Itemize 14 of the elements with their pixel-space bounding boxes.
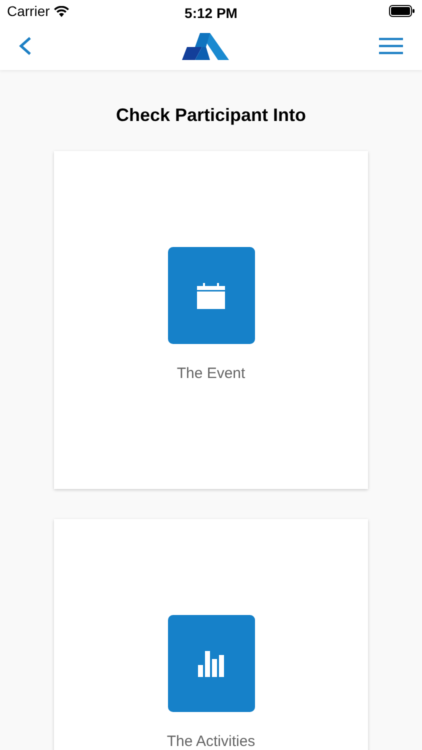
- wifi-icon: [54, 6, 69, 16]
- bar-chart-icon: [198, 650, 224, 676]
- carrier-label: Carrier: [7, 2, 50, 20]
- calendar-icon: [197, 282, 225, 308]
- option-label: The Activities: [166, 734, 256, 750]
- battery-icon: [389, 5, 415, 17]
- page-title: Check Participant Into: [114, 104, 308, 126]
- menu-icon[interactable]: [378, 37, 404, 55]
- status-time: 5:12 PM: [184, 4, 238, 23]
- option-card[interactable]: The Event: [54, 151, 368, 489]
- logo-icon: [182, 32, 228, 60]
- option-card[interactable]: The Activities: [54, 519, 368, 750]
- back-icon[interactable]: [18, 36, 32, 56]
- option-label: The Event: [176, 366, 246, 382]
